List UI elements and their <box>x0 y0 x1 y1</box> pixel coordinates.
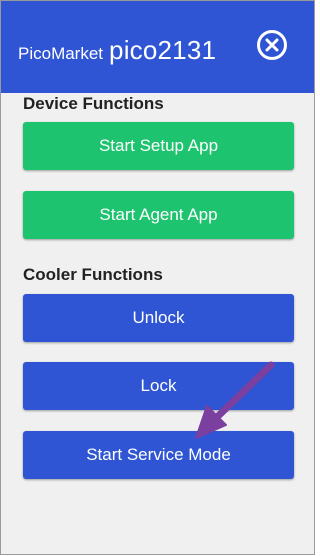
close-button[interactable] <box>257 30 287 60</box>
brand-name: PicoMarket <box>18 44 104 63</box>
start-service-mode-button[interactable]: Start Service Mode <box>23 431 294 479</box>
device-functions-heading: Device Functions <box>23 94 164 113</box>
close-icon <box>265 38 279 52</box>
device-dialog: PicoMarket pico2131 Device Functions Sta… <box>0 0 315 555</box>
device-title: PicoMarket pico2131 <box>18 35 216 66</box>
dialog-header: PicoMarket pico2131 <box>1 1 314 93</box>
cooler-functions-heading: Cooler Functions <box>23 265 163 284</box>
lock-button[interactable]: Lock <box>23 362 294 410</box>
start-setup-app-button[interactable]: Start Setup App <box>23 122 294 170</box>
unlock-button[interactable]: Unlock <box>23 294 294 342</box>
start-agent-app-button[interactable]: Start Agent App <box>23 191 294 239</box>
device-id: pico2131 <box>109 35 217 65</box>
